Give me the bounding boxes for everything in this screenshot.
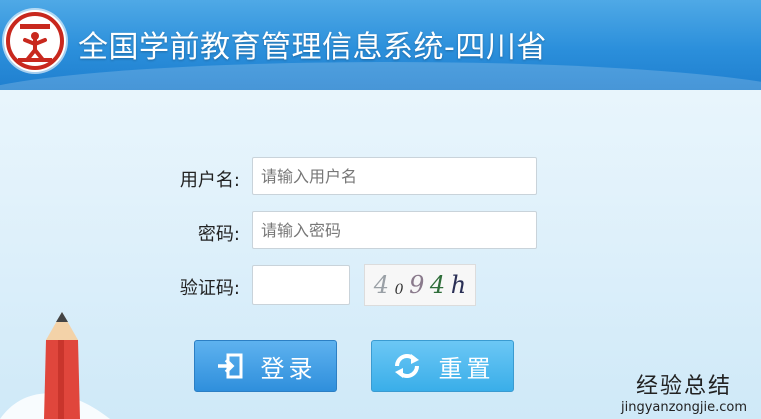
pencil-illustration: [0, 312, 110, 419]
login-label: 登录: [260, 354, 317, 383]
captcha-char: 4: [373, 271, 390, 299]
header-banner: 全国学前教育管理信息系统-四川省: [0, 0, 761, 90]
password-label: 密码:: [197, 224, 240, 245]
captcha-char: 4: [429, 271, 446, 299]
login-icon: [215, 351, 245, 381]
login-button[interactable]: 登录: [194, 340, 337, 392]
captcha-char: 9: [409, 271, 425, 299]
captcha-char: 0: [394, 282, 404, 298]
captcha-label: 验证码:: [179, 278, 240, 299]
watermark-url: jingyanzongjie.com: [620, 400, 747, 415]
captcha-input[interactable]: [252, 265, 350, 305]
page-title: 全国学前教育管理信息系统-四川省: [78, 30, 547, 65]
username-label: 用户名:: [179, 170, 240, 191]
reset-button[interactable]: 重置: [371, 340, 514, 392]
logo-emblem-icon: [6, 12, 64, 70]
captcha-image[interactable]: 4 0 9 4 h: [364, 264, 476, 306]
reset-label: 重置: [438, 354, 495, 383]
watermark-text: 经验总结: [635, 374, 732, 399]
system-logo: [4, 10, 66, 72]
username-input[interactable]: [252, 157, 537, 195]
refresh-icon: [391, 350, 423, 382]
password-input[interactable]: [252, 211, 537, 249]
header-wave: [0, 62, 761, 90]
watermark: 经验总结 jingyanzongjie.com: [621, 368, 747, 415]
captcha-char: h: [450, 271, 467, 299]
